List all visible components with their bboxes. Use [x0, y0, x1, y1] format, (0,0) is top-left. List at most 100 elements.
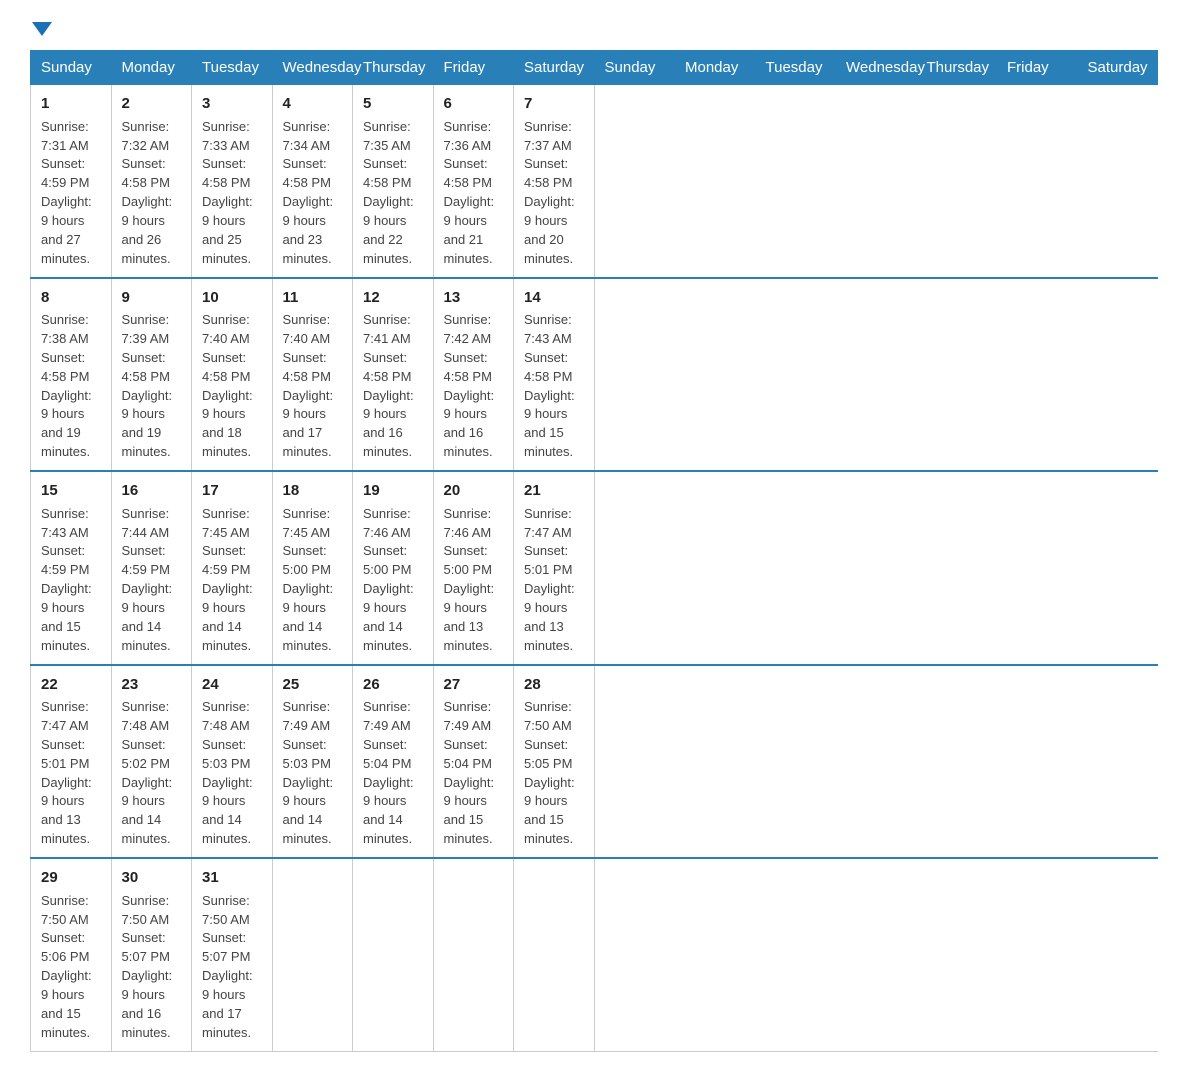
day-number: 7	[524, 93, 584, 115]
calendar-cell: 3Sunrise: 7:33 AMSunset: 4:58 PMDaylight…	[192, 85, 273, 278]
calendar-cell: 9 Sunrise: 7:39 AMSunset: 4:58 PMDaylight…	[111, 278, 192, 472]
calendar-week-row: 8 Sunrise: 7:38 AMSunset: 4:58 PMDaylight…	[31, 278, 1158, 472]
day-info: Sunrise: 7:39 AMSunset: 4:58 PMDaylight:…	[122, 312, 173, 459]
day-info: Sunrise: 7:50 AMSunset: 5:07 PMDaylight:…	[122, 893, 173, 1040]
calendar-cell: 2 Sunrise: 7:32 AMSunset: 4:58 PMDaylight…	[111, 85, 192, 278]
calendar-cell: 16Sunrise: 7:44 AMSunset: 4:59 PMDayligh…	[111, 471, 192, 665]
logo	[30, 20, 52, 32]
calendar-cell	[353, 858, 434, 1051]
day-info: Sunrise: 7:48 AMSunset: 5:02 PMDaylight:…	[122, 699, 173, 846]
calendar-cell: 23 Sunrise: 7:48 AMSunset: 5:02 PMDayligh…	[111, 665, 192, 859]
day-info: Sunrise: 7:49 AMSunset: 5:04 PMDaylight:…	[444, 699, 495, 846]
calendar-cell: 26Sunrise: 7:49 AMSunset: 5:04 PMDayligh…	[353, 665, 434, 859]
day-info: Sunrise: 7:50 AMSunset: 5:06 PMDaylight:…	[41, 893, 92, 1040]
calendar-cell: 7 Sunrise: 7:37 AMSunset: 4:58 PMDaylight…	[514, 85, 595, 278]
calendar-header-row: SundayMondayTuesdayWednesdayThursdayFrid…	[31, 51, 1158, 85]
header-thursday: Thursday	[353, 51, 434, 85]
calendar-cell: 17 Sunrise: 7:45 AMSunset: 4:59 PMDayligh…	[192, 471, 273, 665]
calendar-table: SundayMondayTuesdayWednesdayThursdayFrid…	[30, 50, 1158, 1052]
day-number: 24	[202, 674, 262, 696]
header-friday: Friday	[433, 51, 514, 85]
calendar-cell	[433, 858, 514, 1051]
page-header	[30, 20, 1158, 32]
day-number: 11	[283, 287, 343, 309]
calendar-week-row: 1 Sunrise: 7:31 AMSunset: 4:59 PMDaylight…	[31, 85, 1158, 278]
day-info: Sunrise: 7:50 AMSunset: 5:05 PMDaylight:…	[524, 699, 575, 846]
day-number: 27	[444, 674, 504, 696]
day-number: 17	[202, 480, 262, 502]
logo-arrow-icon	[32, 22, 52, 36]
header-saturday: Saturday	[514, 51, 595, 85]
day-info: Sunrise: 7:46 AMSunset: 5:00 PMDaylight:…	[444, 506, 495, 653]
header-sunday: Sunday	[31, 51, 112, 85]
day-number: 25	[283, 674, 343, 696]
day-info: Sunrise: 7:50 AMSunset: 5:07 PMDaylight:…	[202, 893, 253, 1040]
header-monday: Monday	[111, 51, 192, 85]
column-header-wednesday: Wednesday	[836, 51, 917, 85]
day-info: Sunrise: 7:35 AMSunset: 4:58 PMDaylight:…	[363, 119, 414, 266]
day-info: Sunrise: 7:41 AMSunset: 4:58 PMDaylight:…	[363, 312, 414, 459]
day-number: 30	[122, 867, 182, 889]
day-number: 22	[41, 674, 101, 696]
calendar-cell: 14Sunrise: 7:43 AMSunset: 4:58 PMDayligh…	[514, 278, 595, 472]
day-info: Sunrise: 7:49 AMSunset: 5:03 PMDaylight:…	[283, 699, 334, 846]
day-info: Sunrise: 7:45 AMSunset: 4:59 PMDaylight:…	[202, 506, 253, 653]
day-number: 4	[283, 93, 343, 115]
day-number: 28	[524, 674, 584, 696]
day-info: Sunrise: 7:45 AMSunset: 5:00 PMDaylight:…	[283, 506, 334, 653]
calendar-cell: 22 Sunrise: 7:47 AMSunset: 5:01 PMDayligh…	[31, 665, 112, 859]
day-info: Sunrise: 7:38 AMSunset: 4:58 PMDaylight:…	[41, 312, 92, 459]
calendar-cell: 6Sunrise: 7:36 AMSunset: 4:58 PMDaylight…	[433, 85, 514, 278]
calendar-cell: 28 Sunrise: 7:50 AMSunset: 5:05 PMDayligh…	[514, 665, 595, 859]
header-tuesday: Tuesday	[192, 51, 273, 85]
calendar-cell: 24 Sunrise: 7:48 AMSunset: 5:03 PMDayligh…	[192, 665, 273, 859]
day-number: 13	[444, 287, 504, 309]
calendar-cell: 4 Sunrise: 7:34 AMSunset: 4:58 PMDaylight…	[272, 85, 353, 278]
day-number: 15	[41, 480, 101, 502]
column-header-tuesday: Tuesday	[755, 51, 836, 85]
column-header-saturday: Saturday	[1077, 51, 1158, 85]
day-info: Sunrise: 7:36 AMSunset: 4:58 PMDaylight:…	[444, 119, 495, 266]
day-number: 21	[524, 480, 584, 502]
calendar-cell: 15 Sunrise: 7:43 AMSunset: 4:59 PMDayligh…	[31, 471, 112, 665]
day-number: 1	[41, 93, 101, 115]
day-info: Sunrise: 7:37 AMSunset: 4:58 PMDaylight:…	[524, 119, 575, 266]
calendar-week-row: 29Sunrise: 7:50 AMSunset: 5:06 PMDayligh…	[31, 858, 1158, 1051]
calendar-week-row: 15 Sunrise: 7:43 AMSunset: 4:59 PMDayligh…	[31, 471, 1158, 665]
column-header-sunday: Sunday	[594, 51, 675, 85]
day-number: 20	[444, 480, 504, 502]
day-info: Sunrise: 7:42 AMSunset: 4:58 PMDaylight:…	[444, 312, 495, 459]
calendar-cell: 21Sunrise: 7:47 AMSunset: 5:01 PMDayligh…	[514, 471, 595, 665]
calendar-cell: 31Sunrise: 7:50 AMSunset: 5:07 PMDayligh…	[192, 858, 273, 1051]
day-info: Sunrise: 7:34 AMSunset: 4:58 PMDaylight:…	[283, 119, 334, 266]
calendar-cell: 8 Sunrise: 7:38 AMSunset: 4:58 PMDaylight…	[31, 278, 112, 472]
day-info: Sunrise: 7:43 AMSunset: 4:59 PMDaylight:…	[41, 506, 92, 653]
calendar-cell: 19Sunrise: 7:46 AMSunset: 5:00 PMDayligh…	[353, 471, 434, 665]
day-info: Sunrise: 7:43 AMSunset: 4:58 PMDaylight:…	[524, 312, 575, 459]
calendar-cell: 20 Sunrise: 7:46 AMSunset: 5:00 PMDayligh…	[433, 471, 514, 665]
calendar-cell: 27 Sunrise: 7:49 AMSunset: 5:04 PMDayligh…	[433, 665, 514, 859]
day-info: Sunrise: 7:40 AMSunset: 4:58 PMDaylight:…	[283, 312, 334, 459]
calendar-week-row: 22 Sunrise: 7:47 AMSunset: 5:01 PMDayligh…	[31, 665, 1158, 859]
day-number: 8	[41, 287, 101, 309]
calendar-cell: 18 Sunrise: 7:45 AMSunset: 5:00 PMDayligh…	[272, 471, 353, 665]
column-header-monday: Monday	[675, 51, 756, 85]
calendar-cell: 11 Sunrise: 7:40 AMSunset: 4:58 PMDayligh…	[272, 278, 353, 472]
calendar-cell: 1 Sunrise: 7:31 AMSunset: 4:59 PMDaylight…	[31, 85, 112, 278]
day-info: Sunrise: 7:48 AMSunset: 5:03 PMDaylight:…	[202, 699, 253, 846]
day-number: 18	[283, 480, 343, 502]
day-info: Sunrise: 7:47 AMSunset: 5:01 PMDaylight:…	[41, 699, 92, 846]
day-number: 19	[363, 480, 423, 502]
column-header-friday: Friday	[997, 51, 1078, 85]
day-info: Sunrise: 7:40 AMSunset: 4:58 PMDaylight:…	[202, 312, 253, 459]
day-info: Sunrise: 7:32 AMSunset: 4:58 PMDaylight:…	[122, 119, 173, 266]
day-number: 5	[363, 93, 423, 115]
calendar-cell: 10Sunrise: 7:40 AMSunset: 4:58 PMDayligh…	[192, 278, 273, 472]
day-number: 9	[122, 287, 182, 309]
day-info: Sunrise: 7:31 AMSunset: 4:59 PMDaylight:…	[41, 119, 92, 266]
calendar-cell: 29Sunrise: 7:50 AMSunset: 5:06 PMDayligh…	[31, 858, 112, 1051]
day-number: 16	[122, 480, 182, 502]
day-number: 2	[122, 93, 182, 115]
day-number: 23	[122, 674, 182, 696]
day-info: Sunrise: 7:49 AMSunset: 5:04 PMDaylight:…	[363, 699, 414, 846]
